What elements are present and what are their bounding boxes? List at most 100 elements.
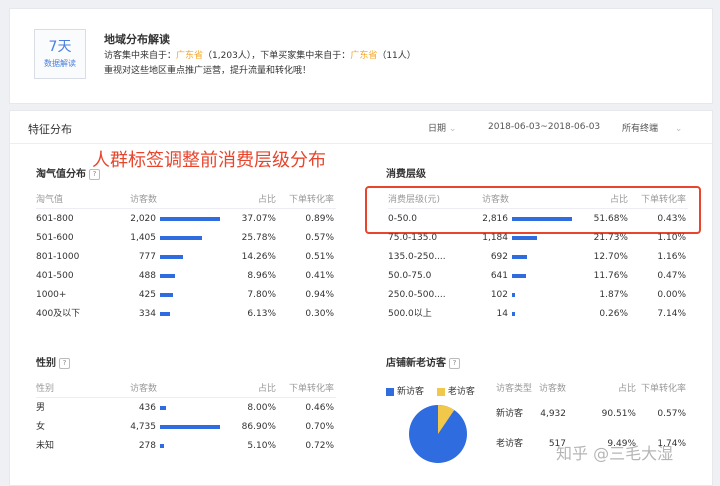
share-bar (160, 255, 220, 259)
column-header: 访客数 (130, 384, 158, 394)
shop-title: 店铺新老访客? (386, 354, 460, 369)
table-cell-visitors: 4,735 (130, 422, 156, 432)
help-icon[interactable]: ? (449, 357, 460, 369)
terminal-selector[interactable]: 所有终端 ⌄ (622, 121, 682, 134)
share-bar (160, 293, 220, 297)
annotation-text: 人群标签调整前消费层级分布 (92, 150, 326, 171)
date-label: 日期 (428, 124, 447, 134)
table-cell-visitors: 777 (138, 252, 156, 262)
share-bar-fill (512, 255, 527, 259)
watermark: 知乎 @三毛大湿 (556, 444, 674, 463)
table-cell-label: 1000+ (36, 290, 67, 300)
region-card: 7天 数据解读 地域分布解读 访客集中来自于： 广东省（1,203人），下单买家集… (9, 8, 713, 104)
column-header: 下单转化率 (640, 384, 686, 394)
share-bar (160, 274, 220, 278)
header-divider (10, 143, 712, 144)
region-title: 地域分布解读 (104, 33, 170, 46)
column-header: 占比 (257, 195, 276, 205)
column-header: 淘气值 (36, 195, 64, 205)
table-cell-share: 1.87% (599, 290, 628, 300)
table-cell-visitors: 278 (138, 441, 156, 451)
table-cell-label: 601-800 (36, 214, 74, 224)
date-range: 2018-06-03~2018-06-03 (488, 122, 601, 132)
table-cell-label: 801-1000 (36, 252, 80, 262)
table-cell-conv: 7.14% (657, 309, 686, 319)
share-bar-fill (512, 274, 526, 278)
column-header: 访客数 (482, 195, 510, 205)
table-cell-visitors: 488 (138, 271, 156, 281)
days-label: 数据解读 (44, 59, 76, 68)
table-divider (36, 208, 336, 209)
table-cell-visitors: 692 (490, 252, 508, 262)
share-bar-fill (160, 444, 164, 448)
table-cell-share: 11.76% (593, 271, 628, 281)
region-line-1: 访客集中来自于：广东省（1,203人），下单买家集中来自于：广东省（11人） (104, 48, 416, 61)
gender-title: 性别? (36, 354, 70, 369)
share-bar-fill (160, 255, 184, 259)
table-cell-share: 37.07% (241, 214, 276, 224)
table-cell-label: 501-600 (36, 233, 74, 243)
table-cell-visitors: 425 (138, 290, 156, 300)
share-bar (160, 312, 220, 316)
visitor-count-text: （1,203人），下单买家集中来自于： (203, 51, 351, 61)
table-cell-conv: 0.43% (657, 214, 686, 224)
share-bar (160, 406, 220, 410)
table-cell-visitors: 102 (490, 290, 508, 300)
table-cell-label: 0-50.0 (388, 214, 418, 224)
region-line-2: 重视对这些地区重点推广运营，提升流量和转化哦！ (104, 66, 312, 76)
column-header: 占比 (257, 384, 276, 394)
date-selector[interactable]: 日期 ⌄ (428, 121, 456, 134)
table-cell-conv: 0.57% (657, 409, 686, 419)
table-cell-label: 401-500 (36, 271, 74, 281)
help-icon[interactable]: ? (89, 168, 100, 180)
chevron-down-icon: ⌄ (448, 124, 457, 134)
share-bar (512, 236, 572, 240)
share-bar-fill (160, 293, 173, 297)
table-cell-label: 400及以下 (36, 309, 81, 319)
table-cell-share: 14.26% (241, 252, 276, 262)
share-bar-fill (512, 236, 538, 240)
chevron-down-icon: ⌄ (674, 124, 683, 134)
table-cell-label: 135.0-250.... (388, 252, 446, 262)
table-cell-conv: 0.30% (305, 309, 334, 319)
table-cell-conv: 0.47% (657, 271, 686, 281)
table-cell-visitors: 2,020 (130, 214, 156, 224)
column-header: 下单转化率 (288, 384, 334, 394)
column-header: 访客数 (538, 384, 566, 394)
buyer-region: 广东省 (350, 51, 378, 61)
days-value: 7天 (48, 39, 72, 55)
share-bar (160, 236, 220, 240)
table-cell-share: 86.90% (241, 422, 276, 432)
table-cell-conv: 0.46% (305, 403, 334, 413)
table-cell-visitors: 1,405 (130, 233, 156, 243)
table-cell-share: 5.10% (247, 441, 276, 451)
table-cell-share: 7.80% (247, 290, 276, 300)
legend-old: 老访客 (447, 387, 475, 397)
taoqi-title-text: 淘气值分布 (36, 169, 86, 180)
share-bar-fill (160, 425, 220, 429)
visitors-from-label: 访客集中来自于： (104, 51, 177, 61)
share-bar (160, 217, 220, 221)
share-bar (160, 425, 220, 429)
taoqi-title: 淘气值分布? (36, 165, 100, 180)
table-cell-visitors: 334 (138, 309, 156, 319)
shop-legend: 新访客 老访客 (386, 384, 475, 397)
table-cell-visitors: 641 (490, 271, 508, 281)
share-bar-fill (512, 312, 515, 316)
table-cell-share: 8.96% (247, 271, 276, 281)
feature-title: 特征分布 (28, 123, 72, 136)
table-cell-share: 0.26% (599, 309, 628, 319)
table-cell-share: 51.68% (593, 214, 628, 224)
table-cell-visitors: 1,184 (482, 233, 508, 243)
table-cell-share: 6.13% (247, 309, 276, 319)
column-header: 性别 (36, 384, 55, 394)
table-cell-conv: 0.00% (657, 290, 686, 300)
legend-new: 新访客 (397, 387, 425, 397)
days-badge[interactable]: 7天 数据解读 (34, 29, 86, 79)
table-cell-conv: 0.41% (305, 271, 334, 281)
help-icon[interactable]: ? (59, 357, 70, 369)
table-cell-share: 21.73% (593, 233, 628, 243)
table-cell-label: 75.0-135.0 (388, 233, 438, 243)
table-cell-conv: 1.16% (657, 252, 686, 262)
share-bar (512, 274, 572, 278)
